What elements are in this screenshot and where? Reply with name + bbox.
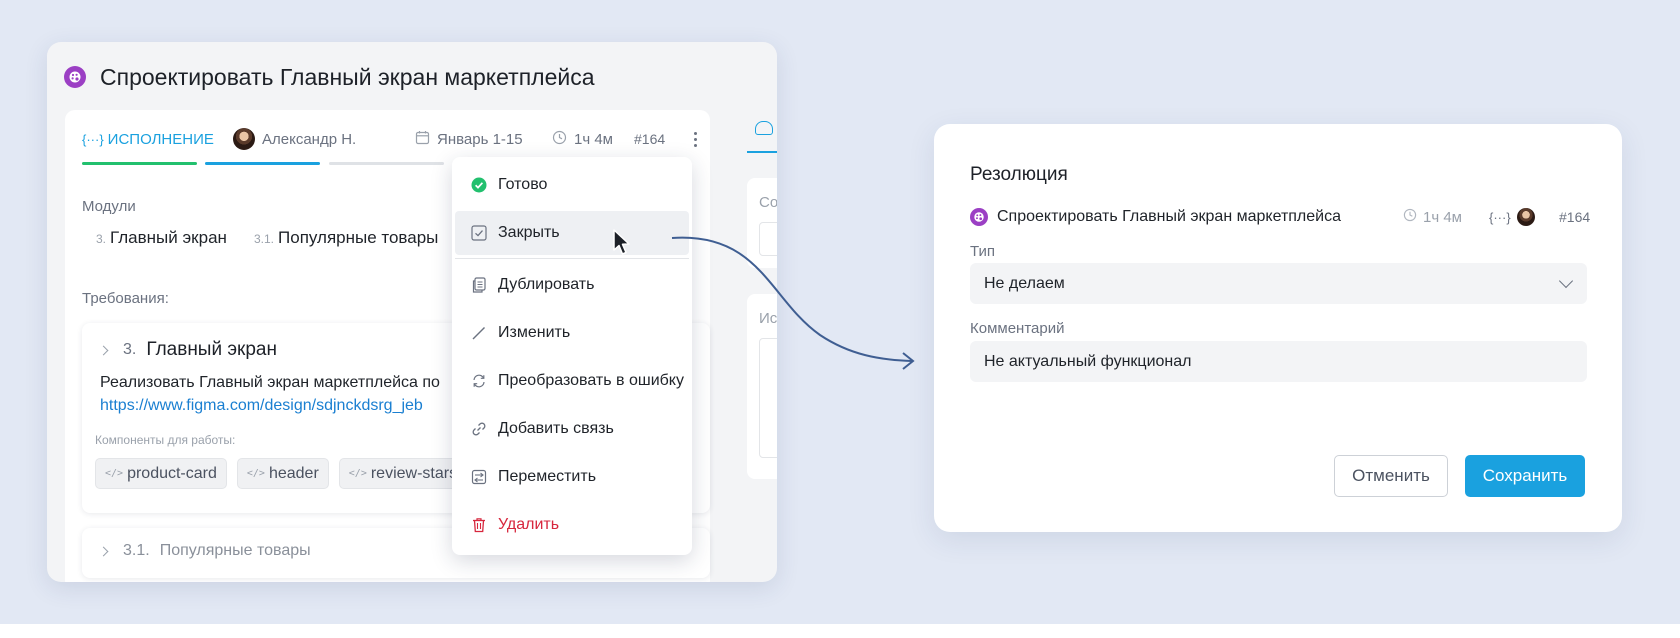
- component-tags: </> product-card </> header </> review-s…: [95, 458, 468, 489]
- stage-icon: {···}: [1489, 209, 1511, 225]
- check-circle-icon: [470, 177, 487, 194]
- convert-icon: [470, 373, 487, 390]
- module-item[interactable]: 3. Главный экран: [96, 228, 227, 248]
- progress-segment-pending: [329, 162, 444, 165]
- avatar: [233, 128, 255, 150]
- checkbox-icon: [470, 225, 487, 242]
- requirement-title: Главный экран: [146, 339, 277, 360]
- type-select[interactable]: Не делаем: [970, 263, 1587, 304]
- stage-label: ИСПОЛНЕНИЕ: [107, 130, 214, 148]
- menu-item-duplicate[interactable]: Дублировать: [455, 263, 689, 307]
- side-panel: Со: [747, 178, 777, 268]
- module-item[interactable]: 3.1. Популярные товары: [254, 228, 438, 248]
- menu-item-done[interactable]: Готово: [455, 163, 689, 207]
- cancel-button[interactable]: Отменить: [1334, 455, 1448, 497]
- chevron-right-icon[interactable]: [98, 546, 109, 556]
- menu-item-delete[interactable]: Удалить: [455, 503, 689, 547]
- move-icon: [470, 469, 487, 486]
- time-text: 1ч 4м: [574, 130, 613, 148]
- clock-icon: [552, 130, 567, 149]
- requirement-header[interactable]: 3. Главный экран: [98, 339, 277, 361]
- dialog-time: 1ч 4м: [1403, 204, 1462, 230]
- task-title: Спроектировать Главный экран маркетплейс…: [100, 63, 595, 90]
- dialog-title: Резолюция: [970, 164, 1068, 185]
- chevron-down-icon: [1558, 273, 1574, 289]
- code-icon: </>: [105, 468, 124, 479]
- task-meta-row: {···} ИСПОЛНЕНИЕ Александр Н. Январь 1-1…: [82, 126, 702, 152]
- clock-icon: [1403, 208, 1417, 226]
- menu-divider: [455, 258, 689, 259]
- dialog-task-row: Спроектировать Главный экран маркетплейс…: [970, 204, 1590, 230]
- date-text: Январь 1-15: [437, 130, 523, 148]
- menu-item-move[interactable]: Переместить: [455, 455, 689, 499]
- more-menu-icon[interactable]: [690, 126, 700, 152]
- code-icon: </>: [348, 468, 367, 479]
- resolution-dialog: Резолюция Спроектировать Главный экран м…: [934, 124, 1622, 532]
- component-tag[interactable]: </> review-stars: [338, 458, 468, 489]
- menu-item-close[interactable]: Закрыть: [455, 211, 689, 255]
- calendar-icon: [415, 130, 430, 149]
- dialog-task-number: #164: [1559, 209, 1591, 225]
- task-number: #164: [634, 131, 666, 147]
- save-button[interactable]: Сохранить: [1465, 455, 1585, 497]
- date-range[interactable]: Январь 1-15: [415, 126, 523, 152]
- mouse-cursor-icon: [613, 229, 630, 255]
- task-window: Спроектировать Главный экран маркетплейс…: [47, 42, 777, 582]
- component-tag[interactable]: </> product-card: [95, 458, 227, 489]
- palette-icon: [64, 66, 86, 88]
- modules-label: Модули: [82, 198, 136, 215]
- component-tag[interactable]: </> header: [236, 458, 329, 489]
- chevron-right-icon[interactable]: [98, 345, 109, 355]
- assignee[interactable]: Александр Н.: [233, 126, 356, 152]
- comment-label: Комментарий: [970, 320, 1065, 337]
- progress-segment-done: [82, 162, 197, 165]
- stage-tab[interactable]: {···} ИСПОЛНЕНИЕ: [82, 126, 214, 152]
- side-panel: Ис: [747, 294, 777, 479]
- progress-segment-active: [205, 162, 320, 165]
- menu-item-add-link[interactable]: Добавить связь: [455, 407, 689, 451]
- dialog-task-name: Спроектировать Главный экран маркетплейс…: [970, 204, 1341, 230]
- figma-link[interactable]: https://www.figma.com/design/sdjnckdsrg_…: [100, 397, 423, 415]
- link-icon: [470, 421, 487, 438]
- stage-icon: {···}: [82, 131, 104, 147]
- requirements-label: Требования:: [82, 290, 169, 307]
- requirement-header: 3.1. Популярные товары: [98, 542, 311, 560]
- requirement-text: Реализовать Главный экран маркетплейса п…: [100, 374, 440, 391]
- palette-icon: [970, 208, 988, 226]
- actions-menu: Готово Закрыть Дублировать Изменить Прео…: [452, 157, 692, 555]
- time-spent[interactable]: 1ч 4м: [552, 126, 613, 152]
- trash-icon: [470, 517, 487, 534]
- menu-item-edit[interactable]: Изменить: [455, 311, 689, 355]
- menu-item-convert-to-bug[interactable]: Преобразовать в ошибку: [455, 359, 689, 403]
- tab-participants[interactable]: [747, 115, 777, 153]
- copy-icon: [470, 277, 487, 294]
- components-label: Компоненты для работы:: [95, 433, 236, 447]
- users-icon: [755, 121, 773, 135]
- assignee-avatar: [1517, 204, 1535, 230]
- type-select-value: Не делаем: [984, 274, 1065, 292]
- comment-input[interactable]: [970, 341, 1587, 382]
- task-title-row: Спроектировать Главный экран маркетплейс…: [64, 60, 595, 94]
- pencil-icon: [470, 325, 487, 342]
- code-icon: </>: [246, 468, 265, 479]
- assignee-name: Александр Н.: [262, 130, 357, 148]
- type-label: Тип: [970, 243, 996, 260]
- canvas: Спроектировать Главный экран маркетплейс…: [0, 0, 1680, 624]
